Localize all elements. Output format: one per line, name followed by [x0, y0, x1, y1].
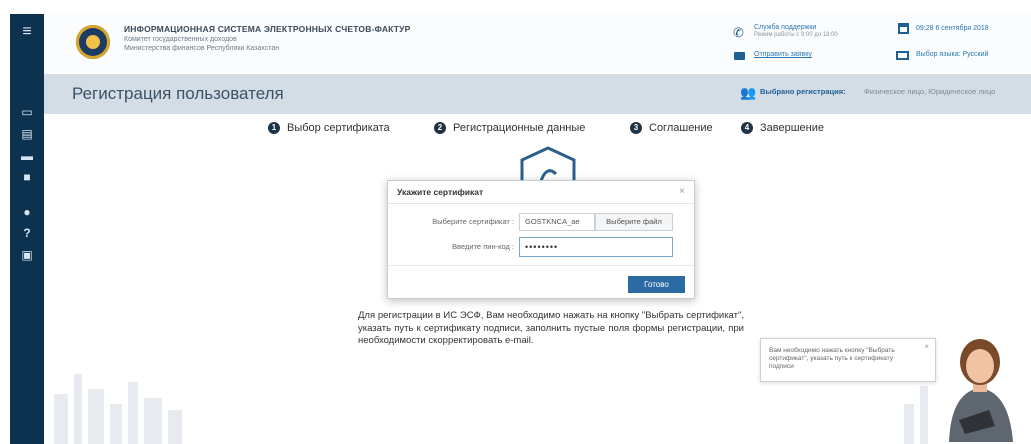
- step-4: 4 Завершение: [741, 122, 824, 134]
- registration-value: Физическое лицо, Юридическое лицо: [864, 87, 996, 96]
- done-button[interactable]: Готово: [628, 276, 685, 293]
- page-title: Регистрация пользователя: [72, 84, 284, 103]
- phone-icon: ✆: [733, 25, 744, 40]
- folder-icon[interactable]: ▬: [10, 148, 44, 164]
- support-hours: Режим работы с 9:00 до 18:00: [754, 32, 838, 38]
- choose-file-button[interactable]: Выберите файл: [595, 213, 673, 231]
- step-1-number: 1: [268, 122, 280, 134]
- dialog-title: Укажите сертификат: [397, 187, 484, 197]
- page-header: Регистрация пользователя 👥 Выбрано регис…: [44, 74, 1031, 114]
- menu-icon[interactable]: ≡: [10, 24, 44, 40]
- step-4-label: Завершение: [760, 122, 824, 134]
- top-header: ИНФОРМАЦИОННАЯ СИСТЕМА ЭЛЕКТРОННЫХ СЧЕТО…: [44, 14, 1031, 75]
- step-1: 1 Выбор сертификата: [268, 122, 390, 134]
- step-2: 2 Регистрационные данные: [434, 122, 585, 134]
- mail-icon: [734, 52, 745, 60]
- language-select[interactable]: Выбор языка: Русский: [916, 51, 988, 58]
- app-window: ≡ ▭ ▤ ▬ ■ ● ? ▣ ИНФОРМАЦИОННАЯ СИСТЕМА Э…: [0, 0, 1031, 444]
- system-title: ИНФОРМАЦИОННАЯ СИСТЕМА ЭЛЕКТРОННЫХ СЧЕТО…: [124, 24, 411, 34]
- emblem-logo: [76, 25, 110, 59]
- help-icon[interactable]: ?: [10, 225, 44, 241]
- certificate-dialog: Укажите сертификат × Выберите сертификат…: [387, 180, 695, 299]
- step-2-number: 2: [434, 122, 446, 134]
- language-icon: [896, 51, 909, 60]
- support-title[interactable]: Служба поддержки: [754, 24, 816, 31]
- dialog-header: Укажите сертификат ×: [388, 181, 694, 204]
- step-3: 3 Соглашение: [630, 122, 713, 134]
- certificate-label: Выберите сертификат :: [432, 217, 514, 226]
- main-content: 1 Выбор сертификата 2 Регистрационные да…: [44, 114, 1031, 444]
- assistant-avatar: [949, 339, 1013, 442]
- org-line-2: Министерства финансов Республики Казахст…: [124, 45, 280, 52]
- assistant-tooltip: Вам необходимо нажать кнопку "Выбрать се…: [760, 338, 936, 382]
- pin-label: Введите пин-код :: [452, 242, 514, 251]
- step-4-number: 4: [741, 122, 753, 134]
- send-request-link[interactable]: Отправить заявку: [754, 51, 812, 58]
- monitor-icon[interactable]: ▭: [10, 104, 44, 120]
- dialog-divider: [388, 265, 694, 266]
- dialog-close-icon[interactable]: ×: [679, 186, 685, 197]
- step-3-label: Соглашение: [649, 122, 713, 134]
- document-icon[interactable]: ▤: [10, 126, 44, 142]
- certificate-file-field[interactable]: GOSTKNCA_ae: [519, 213, 595, 231]
- registration-label: Выбрано регистрация:: [760, 87, 846, 96]
- briefcase-icon[interactable]: ▣: [10, 247, 44, 263]
- calendar-icon: [898, 23, 909, 34]
- step-3-number: 3: [630, 122, 642, 134]
- step-1-label: Выбор сертификата: [287, 122, 390, 134]
- car-icon[interactable]: ●: [10, 204, 44, 220]
- file-icon[interactable]: ■: [10, 169, 44, 185]
- tooltip-text: Вам необходимо нажать кнопку "Выбрать се…: [769, 347, 895, 370]
- pin-input[interactable]: ••••••••: [519, 237, 673, 257]
- org-line-1: Комитет государственных доходов: [124, 36, 237, 43]
- date-time: 09:28 6 сентября 2018: [916, 25, 989, 32]
- sidebar: ≡ ▭ ▤ ▬ ■ ● ? ▣: [10, 14, 44, 444]
- instructions-text: Для регистрации в ИС ЭСФ, Вам необходимо…: [358, 310, 744, 346]
- users-icon: 👥: [740, 85, 757, 100]
- step-2-label: Регистрационные данные: [453, 122, 586, 134]
